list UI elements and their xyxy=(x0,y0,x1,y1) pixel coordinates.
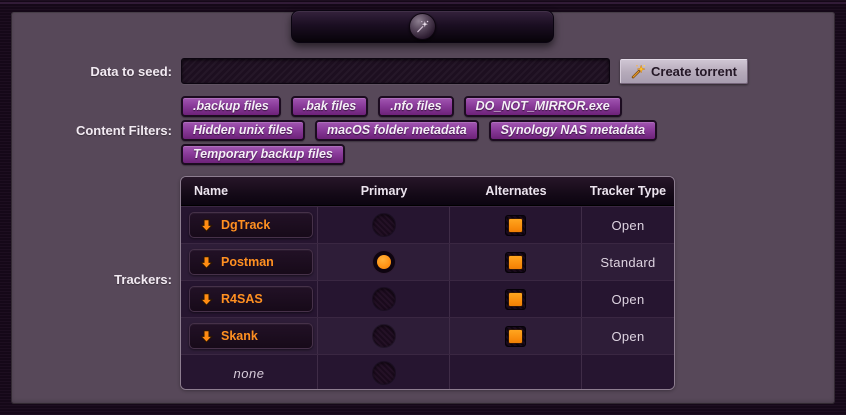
tracker-type: Open xyxy=(582,281,674,317)
create-torrent-label: Create torrent xyxy=(651,64,737,79)
alternates-checkbox[interactable] xyxy=(505,289,526,310)
filter-chip[interactable]: Temporary backup files xyxy=(181,144,345,165)
tracker-type xyxy=(582,355,674,390)
magic-wand-orb-icon xyxy=(409,13,436,40)
tracker-name-none: none xyxy=(181,366,317,381)
down-arrow-icon xyxy=(200,293,213,306)
tracker-name-button[interactable]: R4SAS xyxy=(189,286,313,312)
primary-radio[interactable] xyxy=(373,251,395,273)
tracker-name: DgTrack xyxy=(221,218,270,232)
tracker-type: Standard xyxy=(582,244,674,280)
tracker-type: Open xyxy=(582,207,674,243)
tracker-type: Open xyxy=(582,318,674,354)
filter-chip[interactable]: DO_NOT_MIRROR.exe xyxy=(464,96,622,117)
frame-top-highlight xyxy=(0,2,846,4)
filter-chip[interactable]: .backup files xyxy=(181,96,281,117)
table-row: R4SAS Open xyxy=(181,280,674,317)
primary-radio[interactable] xyxy=(373,325,395,347)
filter-chip-row-1: .backup files .bak files .nfo files DO_N… xyxy=(181,96,622,117)
tracker-name: Postman xyxy=(221,255,274,269)
table-row: Postman Standard xyxy=(181,243,674,280)
table-row: DgTrack Open xyxy=(181,206,674,243)
alternates-checkbox[interactable] xyxy=(505,252,526,273)
torrent-creator-handle[interactable] xyxy=(291,10,554,43)
primary-radio[interactable] xyxy=(373,214,395,236)
column-header-alternates: Alternates xyxy=(450,184,582,198)
trackers-table: Name Primary Alternates Tracker Type DgT… xyxy=(180,176,675,390)
filter-chip-row-3: Temporary backup files xyxy=(181,144,345,165)
table-row: Skank Open xyxy=(181,317,674,354)
column-header-primary: Primary xyxy=(318,184,450,198)
primary-radio[interactable] xyxy=(373,288,395,310)
filter-chip[interactable]: macOS folder metadata xyxy=(315,120,479,141)
tracker-name-button[interactable]: DgTrack xyxy=(189,212,313,238)
tracker-name-button[interactable]: Postman xyxy=(189,249,313,275)
trackers-table-header: Name Primary Alternates Tracker Type xyxy=(181,177,674,206)
tracker-name: R4SAS xyxy=(221,292,263,306)
tracker-name: Skank xyxy=(221,329,258,343)
column-header-name: Name xyxy=(181,184,318,198)
magic-wand-icon xyxy=(631,64,646,79)
down-arrow-icon xyxy=(200,219,213,232)
filter-chip[interactable]: .bak files xyxy=(291,96,369,117)
table-row-none: none xyxy=(181,354,674,390)
down-arrow-icon xyxy=(200,330,213,343)
down-arrow-icon xyxy=(200,256,213,269)
trackers-label: Trackers: xyxy=(0,272,172,287)
filter-chip-row-2: Hidden unix files macOS folder metadata … xyxy=(181,120,657,141)
column-header-tracker-type: Tracker Type xyxy=(582,184,674,198)
create-torrent-button[interactable]: Create torrent xyxy=(620,59,748,84)
tracker-name-button[interactable]: Skank xyxy=(189,323,313,349)
filter-chip[interactable]: .nfo files xyxy=(378,96,453,117)
filter-chip[interactable]: Hidden unix files xyxy=(181,120,305,141)
filter-chip[interactable]: Synology NAS metadata xyxy=(489,120,657,141)
alternates-checkbox[interactable] xyxy=(505,215,526,236)
data-to-seed-label: Data to seed: xyxy=(0,64,172,79)
data-to-seed-input[interactable] xyxy=(181,58,610,84)
content-filters-label: Content Filters: xyxy=(0,123,172,138)
alternates-checkbox[interactable] xyxy=(505,326,526,347)
primary-radio[interactable] xyxy=(373,362,395,384)
